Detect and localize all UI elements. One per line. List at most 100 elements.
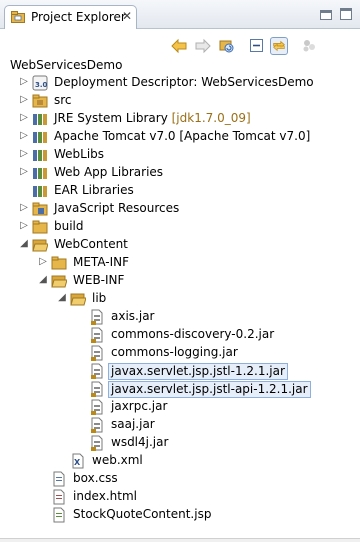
view-toolbar xyxy=(0,29,360,57)
tree-item-name: JavaScript Resources xyxy=(54,201,180,215)
tree-item-name: WebContent xyxy=(54,237,128,251)
tree-item[interactable]: ▷ JRE System Library [jdk1.7.0_09] xyxy=(0,110,360,128)
expanded-twisty-icon[interactable]: ◢ xyxy=(37,274,49,286)
tree-item[interactable]: javax.servlet.jsp.jstl-1.2.1.jar xyxy=(0,362,360,380)
tree-item[interactable]: ◢ WebContent xyxy=(0,236,360,254)
tree-item[interactable]: EAR Libraries xyxy=(0,182,360,200)
tree-item-label: javax.servlet.jsp.jstl-1.2.1.jar xyxy=(108,363,288,380)
collapsed-twisty-icon[interactable]: ▷ xyxy=(37,256,49,268)
tree-item-name: index.html xyxy=(73,489,137,503)
close-icon[interactable]: ✕ xyxy=(122,9,132,23)
tree-item[interactable]: ▷ WebLibs xyxy=(0,146,360,164)
tree-item-name: EAR Libraries xyxy=(54,183,134,197)
collapsed-twisty-icon[interactable]: ▷ xyxy=(18,220,30,232)
project-explorer-icon xyxy=(11,11,25,23)
tree-item-name: wsdl4j.jar xyxy=(111,435,169,449)
tree-item-decoration: [jdk1.7.0_09] xyxy=(167,111,251,125)
tree-item-label: WebLibs xyxy=(54,147,104,162)
tree-item-label: WEB-INF xyxy=(73,273,124,288)
tree-item[interactable]: commons-discovery-0.2.jar xyxy=(0,326,360,344)
tree-item-name: JRE System Library xyxy=(54,111,168,125)
tree-item-label: javax.servlet.jsp.jstl-api-1.2.1.jar xyxy=(108,381,311,398)
forward-arrow-icon[interactable] xyxy=(194,37,212,55)
tree-item-label: src xyxy=(54,93,72,108)
tree-item[interactable]: ▷ build xyxy=(0,218,360,236)
tree-item-label: commons-logging.jar xyxy=(111,345,238,360)
collapsed-twisty-icon[interactable]: ▷ xyxy=(18,148,30,160)
tree-item[interactable]: ◢ WEB-INF xyxy=(0,272,360,290)
tree-item[interactable]: ▷ src xyxy=(0,92,360,110)
tree-item-label: lib xyxy=(92,291,106,306)
expanded-twisty-icon[interactable]: ◢ xyxy=(18,238,30,250)
tree-item[interactable]: wsdl4j.jar xyxy=(0,434,360,452)
tree-item-label: index.html xyxy=(73,489,137,504)
tree-item[interactable]: javax.servlet.jsp.jstl-api-1.2.1.jar xyxy=(0,380,360,398)
tree-item-label: WebContent xyxy=(54,237,128,252)
tree-item-name: lib xyxy=(92,291,107,305)
tree-item-name: saaj.jar xyxy=(111,417,155,431)
tree-item[interactable]: ▷ Apache Tomcat v7.0 [Apache Tomcat v7.0] xyxy=(0,128,360,146)
tree-item-name: commons-logging.jar xyxy=(111,345,238,359)
maximize-view-button[interactable] xyxy=(340,8,352,20)
tree-item-name: web.xml xyxy=(92,453,143,467)
tree-item-name: axis.jar xyxy=(111,309,155,323)
tree-item[interactable]: Xweb.xml xyxy=(0,452,360,470)
tree-item-label: JRE System Library [jdk1.7.0_09] xyxy=(54,111,251,126)
refresh-icon[interactable] xyxy=(218,37,236,55)
tree-item[interactable]: box.css xyxy=(0,470,360,488)
tree-item-name: WebLibs xyxy=(54,147,105,161)
tree-item-label: jaxrpc.jar xyxy=(111,399,167,414)
tree-item[interactable]: ▷ JavaScript Resources xyxy=(0,200,360,218)
tree-item[interactable]: ▷ META-INF xyxy=(0,254,360,272)
tree-item-label: JavaScript Resources xyxy=(54,201,179,216)
tree-item[interactable]: ▷ 3.0 Deployment Descriptor: WebServicesDe… xyxy=(0,74,360,92)
tree-item-name: Deployment Descriptor: WebServicesDemo xyxy=(54,75,314,89)
tree-item-name: javax.servlet.jsp.jstl-1.2.1.jar xyxy=(111,364,285,378)
tree-item[interactable]: jaxrpc.jar xyxy=(0,398,360,416)
tree-item[interactable]: StockQuoteContent.jsp xyxy=(0,506,360,524)
tab-project-explorer[interactable]: Project Explorer ✕ xyxy=(4,5,137,29)
project-name-label: WebServicesDemo xyxy=(10,58,123,72)
tree-item-name: javax.servlet.jsp.jstl-api-1.2.1.jar xyxy=(111,382,308,396)
collapsed-twisty-icon[interactable]: ▷ xyxy=(18,94,30,106)
tree-item[interactable]: index.html xyxy=(0,488,360,506)
tree-item-label: META-INF xyxy=(73,255,129,270)
expanded-twisty-icon[interactable]: ◢ xyxy=(56,292,68,304)
collapsed-twisty-icon[interactable]: ▷ xyxy=(18,112,30,124)
svg-text:X: X xyxy=(74,458,81,467)
tree-item-label: build xyxy=(54,219,84,234)
view-menu-icon[interactable] xyxy=(300,37,318,55)
tree-item-name: commons-discovery-0.2.jar xyxy=(111,327,275,341)
tree-item[interactable]: saaj.jar xyxy=(0,416,360,434)
tree-item[interactable]: axis.jar xyxy=(0,308,360,326)
tree-item-name: StockQuoteContent.jsp xyxy=(73,507,212,521)
tree-item-label: box.css xyxy=(73,471,118,486)
tree-item-label: Apache Tomcat v7.0 [Apache Tomcat v7.0] xyxy=(54,129,310,144)
tree-item-name: jaxrpc.jar xyxy=(111,399,168,413)
tree-item-label: saaj.jar xyxy=(111,417,155,432)
tree-item-name: Apache Tomcat v7.0 [Apache Tomcat v7.0] xyxy=(54,129,311,143)
svg-text:3.0: 3.0 xyxy=(35,81,48,89)
back-arrow-icon[interactable] xyxy=(170,37,188,55)
bottom-edge xyxy=(0,538,360,542)
tree-item-label: commons-discovery-0.2.jar xyxy=(111,327,274,342)
tree-item-label: EAR Libraries xyxy=(54,183,134,198)
tree-item-name: Web App Libraries xyxy=(54,165,164,179)
tree-item-name: build xyxy=(54,219,84,233)
collapsed-twisty-icon[interactable]: ▷ xyxy=(18,166,30,178)
tree-item[interactable]: commons-logging.jar xyxy=(0,344,360,362)
collapsed-twisty-icon[interactable]: ▷ xyxy=(18,202,30,214)
tree-item-name: src xyxy=(54,93,72,107)
tree-item-name: WEB-INF xyxy=(73,273,125,287)
collapsed-twisty-icon[interactable]: ▷ xyxy=(18,130,30,142)
link-with-editor-icon[interactable] xyxy=(270,37,288,55)
tree-item-label: Web App Libraries xyxy=(54,165,163,180)
collapse-all-icon[interactable] xyxy=(248,37,266,55)
tree-item-name: box.css xyxy=(73,471,118,485)
tree-item-label: Deployment Descriptor: WebServicesDemo xyxy=(54,75,314,90)
minimize-view-button[interactable] xyxy=(320,10,332,20)
tree-item[interactable]: ▷ Web App Libraries xyxy=(0,164,360,182)
tree-item[interactable]: ◢ lib xyxy=(0,290,360,308)
collapsed-twisty-icon[interactable]: ▷ xyxy=(18,76,30,88)
tab-label: Project Explorer xyxy=(31,10,126,24)
